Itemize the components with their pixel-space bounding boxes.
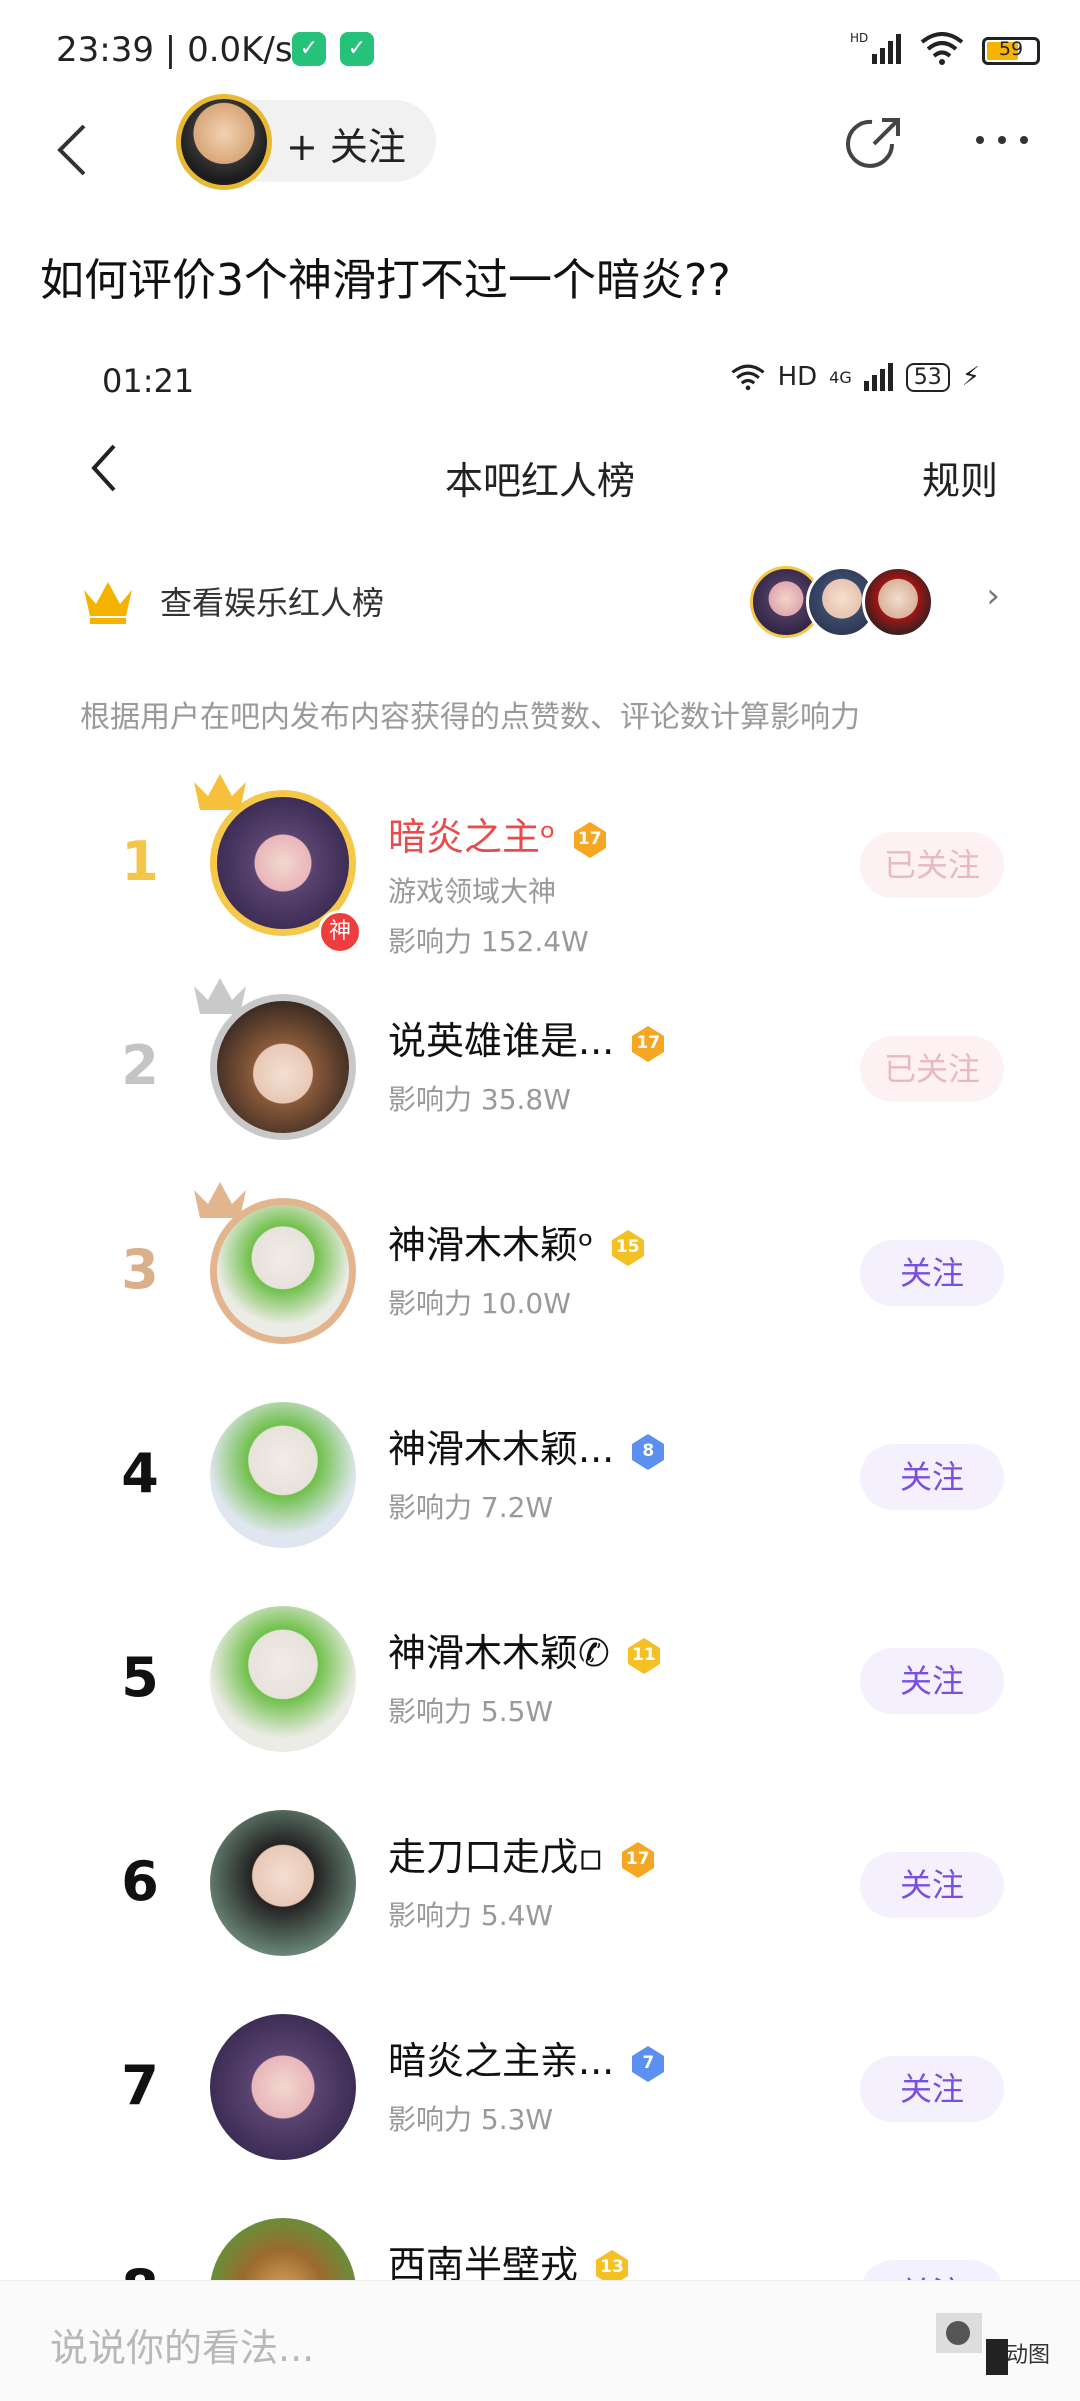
chevron-right-icon: › <box>986 576 1000 616</box>
user-name[interactable]: 暗炎之主亲... 7 <box>388 2030 668 2085</box>
rank-row[interactable]: 2 说英雄谁是... 17 影响力 35.8W 已关注 <box>0 974 1080 1174</box>
signal-icon <box>863 363 893 391</box>
leaderboard-title: 本吧红人榜 <box>444 459 635 503</box>
charging-icon: ⚡ <box>961 362 980 392</box>
inner-battery: 53 <box>905 362 950 392</box>
followed-button[interactable]: 已关注 <box>860 832 1004 898</box>
follow-button[interactable]: 关注 <box>860 2260 1004 2280</box>
post-title: 如何评价3个神滑打不过一个暗炎?? <box>40 255 731 306</box>
influence-value: 影响力 7.2W <box>388 1491 554 1524</box>
level-badge-icon: 11 <box>624 1636 664 1676</box>
entertainment-link-label: 查看娱乐红人榜 <box>160 584 385 622</box>
follow-button[interactable]: 关注 <box>860 2056 1004 2122</box>
crown-icon <box>194 774 246 810</box>
comment-bar: 说说你的看法... 动图 <box>0 2280 1080 2401</box>
svg-text:HD: HD <box>850 31 868 45</box>
user-name[interactable]: 神滑木木颖✆ 11 <box>388 1622 664 1677</box>
battery-icon: 59 <box>982 37 1040 65</box>
follow-label: + 关注 <box>286 125 406 169</box>
avatar[interactable] <box>210 1810 356 1956</box>
leaderboard-description: 根据用户在吧内发布内容获得的点赞数、评论数计算影响力 <box>80 700 860 735</box>
rank-number: 1 <box>121 830 159 893</box>
rank-row[interactable]: 7 暗炎之主亲... 7 影响力 5.3W 关注 <box>0 1994 1080 2194</box>
user-name[interactable]: 暗炎之主ᵒ 17 <box>388 806 610 861</box>
rank-row[interactable]: 6 走刀口走戊▫ 17 影响力 5.4W 关注 <box>0 1790 1080 1990</box>
rank-number: 7 <box>121 2054 159 2117</box>
inner-hd: HD <box>777 362 818 392</box>
rank-number: 4 <box>121 1442 159 1505</box>
level-badge-icon: 17 <box>570 820 610 860</box>
influence-value: 影响力 35.8W <box>388 1083 571 1116</box>
rank-row[interactable]: 5 神滑木木颖✆ 11 影响力 5.5W 关注 <box>0 1586 1080 1786</box>
rank-number: 6 <box>121 1850 159 1913</box>
status-time: 23:39 | 0.0K/s <box>56 30 293 70</box>
rank-number: 8 <box>110 2258 170 2280</box>
rank-row[interactable]: 1 神 暗炎之主ᵒ 17 游戏领域大神 影响力 152.4W 已关注 <box>0 770 1080 970</box>
user-name[interactable]: 神滑木木颖ᵒ 15 <box>388 1214 648 1269</box>
rank-row[interactable]: 3 神滑木木颖ᵒ 15 影响力 10.0W 关注 <box>0 1178 1080 1378</box>
follow-button[interactable]: 关注 <box>860 1648 1004 1714</box>
shen-badge: 神 <box>318 910 362 954</box>
shield-app-icon: ✓ <box>340 32 374 66</box>
level-badge-icon: 17 <box>618 1840 658 1880</box>
avatar[interactable] <box>210 1606 356 1752</box>
inner-status-time: 01:21 <box>102 362 195 400</box>
entertainment-leaderboard-link[interactable]: 查看娱乐红人榜 › <box>80 562 1000 642</box>
rules-link[interactable]: 规则 <box>922 450 998 505</box>
avatar <box>862 566 934 638</box>
rank-row[interactable]: 8 西南半壁戎13 关注 <box>0 2198 1080 2280</box>
user-name[interactable]: 说英雄谁是... 17 <box>388 1010 668 1065</box>
avatar[interactable] <box>210 1402 356 1548</box>
rank-row[interactable]: 4 神滑木木颖... 8 影响力 7.2W 关注 <box>0 1382 1080 1582</box>
level-badge-icon: 13 <box>592 2248 632 2280</box>
comment-input[interactable]: 说说你的看法... <box>50 2317 314 2372</box>
wifi-icon <box>731 364 765 391</box>
inner-4g: 4G <box>829 367 852 387</box>
influence-value: 影响力 152.4W <box>388 925 589 958</box>
level-badge-icon: 17 <box>628 1024 668 1064</box>
follow-button[interactable]: 关注 <box>860 1444 1004 1510</box>
gif-label: 动图 <box>1006 2343 1051 2368</box>
signal-icon: HD <box>850 30 902 72</box>
crown-icon <box>84 582 132 624</box>
influence-value: 影响力 5.4W <box>388 1899 554 1932</box>
follow-button[interactable]: 关注 <box>860 1852 1004 1918</box>
influence-value: 影响力 10.0W <box>388 1287 571 1320</box>
inner-status-icons: HD 4G 53 ⚡ <box>730 362 980 392</box>
follow-author-button[interactable]: + 关注 <box>176 94 436 190</box>
crown-icon <box>194 978 246 1014</box>
share-icon[interactable] <box>842 110 906 174</box>
user-title-tag: 游戏领域大神 <box>388 875 557 908</box>
entertainment-avatars <box>750 566 940 642</box>
user-name[interactable]: 神滑木木颖... 8 <box>388 1418 668 1473</box>
rank-number: 5 <box>121 1646 159 1709</box>
user-name[interactable]: 西南半壁戎 13 <box>388 2234 632 2280</box>
level-badge-icon: 8 <box>628 1432 668 1472</box>
status-icons: HD 59 <box>850 30 1040 72</box>
influence-value: 影响力 5.5W <box>388 1695 554 1728</box>
follow-button[interactable]: 关注 <box>860 1240 1004 1306</box>
user-name[interactable]: 走刀口走戊▫ 17 <box>388 1826 658 1881</box>
embedded-screenshot[interactable]: 01:21 HD 4G 53 ⚡ 本吧红人榜 规则 查看娱乐红人榜 › 根据用户… <box>0 340 1080 2280</box>
crown-icon <box>194 1182 246 1218</box>
wifi-icon <box>920 30 964 72</box>
level-badge-icon: 15 <box>608 1228 648 1268</box>
post-header: + 关注 <box>0 94 1080 220</box>
back-icon[interactable] <box>52 120 92 180</box>
level-badge-icon: 7 <box>628 2044 668 2084</box>
rank-number: 2 <box>121 1034 159 1097</box>
author-avatar[interactable] <box>176 94 272 190</box>
influence-value: 影响力 5.3W <box>388 2103 554 2136</box>
rank-number: 3 <box>121 1238 159 1301</box>
followed-button[interactable]: 已关注 <box>860 1036 1004 1102</box>
shield-app-icon: ✓ <box>292 32 326 66</box>
avatar[interactable] <box>210 2014 356 2160</box>
avatar[interactable] <box>210 2218 356 2280</box>
gif-sticker-icon <box>936 2313 1008 2375</box>
status-bar: 23:39 | 0.0K/s ✓ ✓ HD 59 <box>0 0 1080 100</box>
more-options-icon[interactable] <box>972 120 1032 160</box>
